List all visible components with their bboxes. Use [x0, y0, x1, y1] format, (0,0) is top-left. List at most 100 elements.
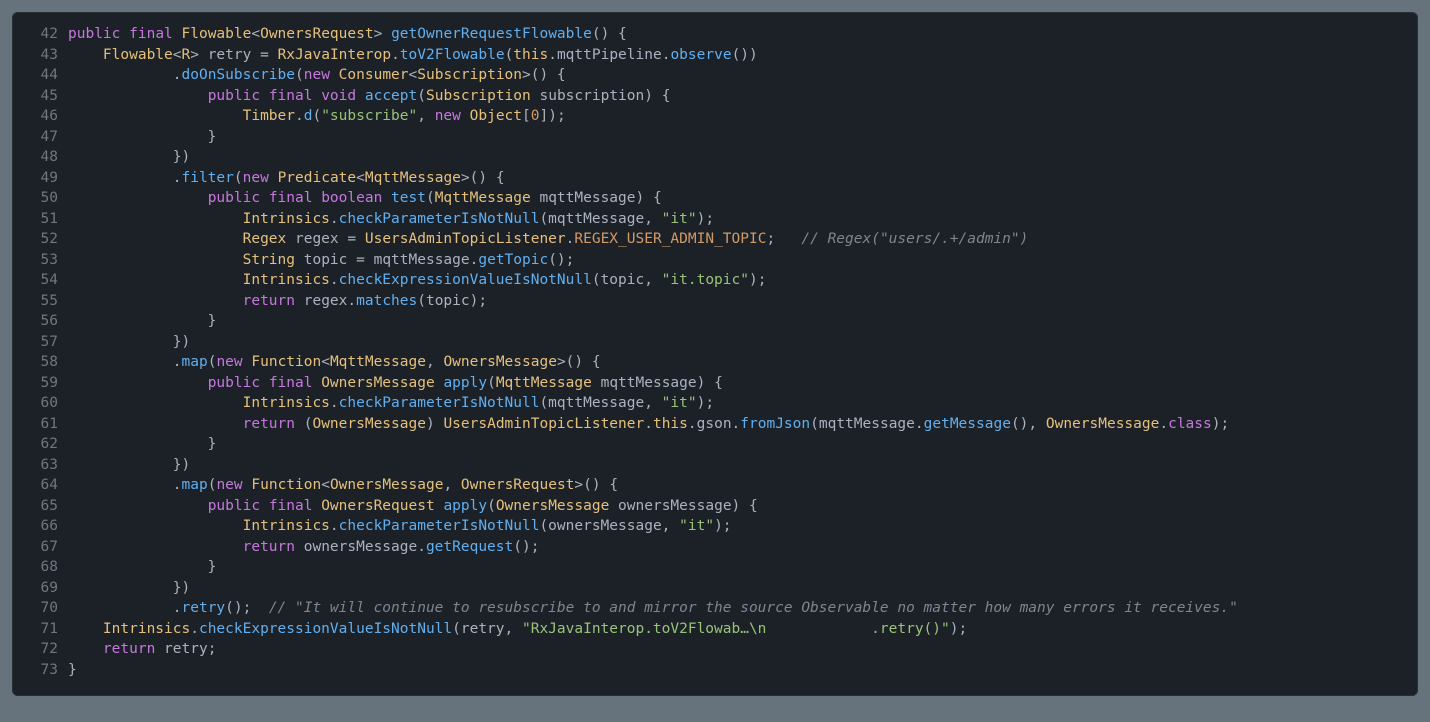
line-number: 73	[12, 660, 68, 681]
code-line[interactable]: 60 Intrinsics.checkParameterIsNotNull(mq…	[12, 393, 1418, 414]
line-content[interactable]: .retry(); // "It will continue to resubs…	[68, 598, 1418, 619]
line-number: 70	[12, 598, 68, 619]
line-content[interactable]: Regex regex = UsersAdminTopicListener.RE…	[68, 229, 1418, 250]
line-content[interactable]: return ownersMessage.getRequest();	[68, 537, 1418, 558]
line-number: 60	[12, 393, 68, 414]
line-content[interactable]: .map(new Function<MqttMessage, OwnersMes…	[68, 352, 1418, 373]
line-content[interactable]: return (OwnersMessage) UsersAdminTopicLi…	[68, 414, 1418, 435]
line-content[interactable]: Timber.d("subscribe", new Object[0]);	[68, 106, 1418, 127]
line-content[interactable]: public final OwnersMessage apply(MqttMes…	[68, 373, 1418, 394]
token-type: Subscription	[426, 88, 531, 104]
line-content[interactable]: Intrinsics.checkParameterIsNotNull(mqttM…	[68, 393, 1418, 414]
line-content[interactable]: Flowable<R> retry = RxJavaInterop.toV2Fl…	[68, 45, 1418, 66]
token-id: retry;	[155, 641, 216, 657]
code-line[interactable]: 73}	[12, 660, 1418, 681]
line-content[interactable]: }	[68, 660, 1418, 681]
line-content[interactable]: })	[68, 455, 1418, 476]
token-p: (topic);	[417, 293, 487, 309]
code-line[interactable]: 64 .map(new Function<OwnersMessage, Owne…	[12, 475, 1418, 496]
line-content[interactable]: }	[68, 311, 1418, 332]
line-number: 44	[12, 65, 68, 86]
token-type: Flowable	[182, 26, 252, 42]
code-line[interactable]: 69 })	[12, 578, 1418, 599]
token-kw: public	[208, 88, 260, 104]
code-line[interactable]: 51 Intrinsics.checkParameterIsNotNull(mq…	[12, 209, 1418, 230]
code-line[interactable]: 61 return (OwnersMessage) UsersAdminTopi…	[12, 414, 1418, 435]
line-content[interactable]: .doOnSubscribe(new Consumer<Subscription…	[68, 65, 1418, 86]
line-content[interactable]: return regex.matches(topic);	[68, 291, 1418, 312]
line-content[interactable]: .filter(new Predicate<MqttMessage>() {	[68, 168, 1418, 189]
token-type: Predicate	[278, 170, 357, 186]
code-line[interactable]: 55 return regex.matches(topic);	[12, 291, 1418, 312]
line-content[interactable]: Intrinsics.checkExpressionValueIsNotNull…	[68, 619, 1418, 640]
token-id	[312, 190, 321, 206]
code-line[interactable]: 43 Flowable<R> retry = RxJavaInterop.toV…	[12, 45, 1418, 66]
code-line[interactable]: 48 })	[12, 147, 1418, 168]
token-id: }	[68, 436, 216, 452]
token-p: (),	[1011, 416, 1046, 432]
code-line[interactable]: 57 })	[12, 332, 1418, 353]
line-content[interactable]: }	[68, 127, 1418, 148]
line-number: 66	[12, 516, 68, 537]
line-content[interactable]: })	[68, 578, 1418, 599]
code-line[interactable]: 53 String topic = mqttMessage.getTopic()…	[12, 250, 1418, 271]
line-content[interactable]: .map(new Function<OwnersMessage, OwnersR…	[68, 475, 1418, 496]
code-line[interactable]: 67 return ownersMessage.getRequest();	[12, 537, 1418, 558]
code-line[interactable]: 52 Regex regex = UsersAdminTopicListener…	[12, 229, 1418, 250]
code-line[interactable]: 45 public final void accept(Subscription…	[12, 86, 1418, 107]
line-number: 61	[12, 414, 68, 435]
line-content[interactable]: public final void accept(Subscription su…	[68, 86, 1418, 107]
code-line[interactable]: 70 .retry(); // "It will continue to res…	[12, 598, 1418, 619]
token-p: (topic,	[592, 272, 662, 288]
code-line[interactable]: 72 return retry;	[12, 639, 1418, 660]
line-content[interactable]: })	[68, 332, 1418, 353]
token-id	[312, 375, 321, 391]
code-line[interactable]: 63 })	[12, 455, 1418, 476]
token-id: topic	[295, 252, 347, 268]
line-content[interactable]: Intrinsics.checkParameterIsNotNull(owner…	[68, 516, 1418, 537]
code-line[interactable]: 58 .map(new Function<MqttMessage, Owners…	[12, 352, 1418, 373]
code-line[interactable]: 68 }	[12, 557, 1418, 578]
code-block[interactable]: 42public final Flowable<OwnersRequest> g…	[12, 24, 1418, 680]
token-type: Subscription	[417, 67, 522, 83]
line-content[interactable]: Intrinsics.checkParameterIsNotNull(mqttM…	[68, 209, 1418, 230]
line-content[interactable]: return retry;	[68, 639, 1418, 660]
line-content[interactable]: public final Flowable<OwnersRequest> get…	[68, 24, 1418, 45]
code-line[interactable]: 62 }	[12, 434, 1418, 455]
token-id	[68, 252, 243, 268]
line-content[interactable]: String topic = mqttMessage.getTopic();	[68, 250, 1418, 271]
token-p: (	[487, 375, 496, 391]
token-type: UsersAdminTopicListener	[365, 231, 566, 247]
token-p: ,	[417, 108, 434, 124]
code-panel: 42public final Flowable<OwnersRequest> g…	[12, 12, 1418, 696]
token-p: (	[417, 88, 426, 104]
code-line[interactable]: 49 .filter(new Predicate<MqttMessage>() …	[12, 168, 1418, 189]
code-line[interactable]: 66 Intrinsics.checkParameterIsNotNull(ow…	[12, 516, 1418, 537]
code-line[interactable]: 71 Intrinsics.checkExpressionValueIsNotN…	[12, 619, 1418, 640]
token-p: .	[688, 416, 697, 432]
code-line[interactable]: 50 public final boolean test(MqttMessage…	[12, 188, 1418, 209]
code-line[interactable]: 44 .doOnSubscribe(new Consumer<Subscript…	[12, 65, 1418, 86]
code-line[interactable]: 65 public final OwnersRequest apply(Owne…	[12, 496, 1418, 517]
token-p: .	[330, 272, 339, 288]
line-content[interactable]: Intrinsics.checkExpressionValueIsNotNull…	[68, 270, 1418, 291]
code-line[interactable]: 42public final Flowable<OwnersRequest> g…	[12, 24, 1418, 45]
line-content[interactable]: public final boolean test(MqttMessage mq…	[68, 188, 1418, 209]
token-p: .	[190, 621, 199, 637]
token-id	[120, 26, 129, 42]
line-content[interactable]: }	[68, 557, 1418, 578]
token-fn: fromJson	[740, 416, 810, 432]
token-fn: getTopic	[478, 252, 548, 268]
code-line[interactable]: 47 }	[12, 127, 1418, 148]
code-line[interactable]: 54 Intrinsics.checkExpressionValueIsNotN…	[12, 270, 1418, 291]
token-kw: return	[243, 416, 295, 432]
token-id	[68, 293, 243, 309]
code-line[interactable]: 56 }	[12, 311, 1418, 332]
line-content[interactable]: })	[68, 147, 1418, 168]
line-number: 68	[12, 557, 68, 578]
line-content[interactable]: }	[68, 434, 1418, 455]
token-th: this	[513, 47, 548, 63]
code-line[interactable]: 59 public final OwnersMessage apply(Mqtt…	[12, 373, 1418, 394]
code-line[interactable]: 46 Timber.d("subscribe", new Object[0]);	[12, 106, 1418, 127]
line-content[interactable]: public final OwnersRequest apply(OwnersM…	[68, 496, 1418, 517]
